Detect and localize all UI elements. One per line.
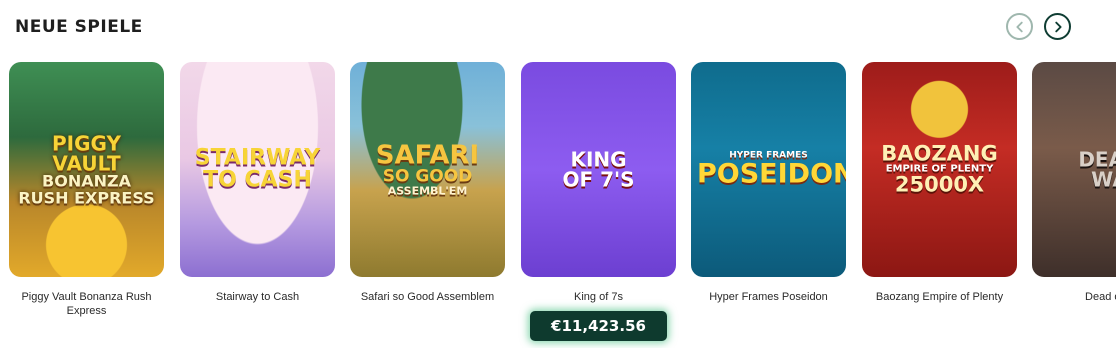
game-title[interactable]: Stairway to Cash <box>180 290 335 304</box>
game-title[interactable]: Safari so Good Assemblem <box>350 290 505 304</box>
game-card-baozang[interactable]: BAOZANG EMPIRE OF PLENTY 25000X Baozang … <box>862 62 1017 304</box>
game-title[interactable]: Baozang Empire of Plenty <box>862 290 1017 304</box>
game-card-king-of-7s[interactable]: KING OF 7'S King of 7s <box>521 62 676 304</box>
game-logo: BAOZANG EMPIRE OF PLENTY 25000X <box>881 141 998 197</box>
game-title[interactable]: Hyper Frames Poseidon <box>691 290 846 304</box>
game-card-safari-so-good[interactable]: SAFARI SO GOOD ASSEMBL'EM Safari so Good… <box>350 62 505 304</box>
game-thumbnail[interactable]: HYPER FRAMES POSEIDON <box>691 62 846 277</box>
game-thumbnail[interactable]: DEAD WA <box>1032 62 1116 277</box>
game-card-stairway-to-cash[interactable]: STAIRWAY TO CASH Stairway to Cash <box>180 62 335 304</box>
game-carousel: PIGGY VAULT BONANZA RUSH EXPRESS Piggy V… <box>0 62 1116 322</box>
chevron-left-icon <box>1015 21 1023 32</box>
carousel-prev-button[interactable] <box>1006 13 1033 40</box>
section-title: NEUE SPIELE <box>15 17 143 37</box>
game-title[interactable]: King of 7s <box>521 290 676 304</box>
game-logo: SAFARI SO GOOD ASSEMBL'EM <box>375 139 480 198</box>
game-logo: DEAD WA <box>1078 147 1116 192</box>
game-logo: HYPER FRAMES POSEIDON <box>697 150 846 190</box>
game-card-piggy-vault[interactable]: PIGGY VAULT BONANZA RUSH EXPRESS Piggy V… <box>9 62 164 318</box>
game-title[interactable]: Dead or A <box>1032 290 1116 304</box>
game-thumbnail[interactable]: BAOZANG EMPIRE OF PLENTY 25000X <box>862 62 1017 277</box>
carousel-next-button[interactable] <box>1044 13 1071 40</box>
game-logo: STAIRWAY TO CASH <box>194 145 321 193</box>
game-logo: PIGGY VAULT BONANZA RUSH EXPRESS <box>18 130 155 207</box>
jackpot-badge: €11,423.56 <box>530 311 667 341</box>
game-title[interactable]: Piggy Vault Bonanza Rush Express <box>9 290 164 318</box>
game-thumbnail[interactable]: KING OF 7'S <box>521 62 676 277</box>
chevron-right-icon <box>1054 21 1062 32</box>
game-thumbnail[interactable]: PIGGY VAULT BONANZA RUSH EXPRESS <box>9 62 164 277</box>
game-card-hyper-frames-poseidon[interactable]: HYPER FRAMES POSEIDON Hyper Frames Posei… <box>691 62 846 304</box>
game-thumbnail[interactable]: SAFARI SO GOOD ASSEMBL'EM <box>350 62 505 277</box>
game-logo: KING OF 7'S <box>562 147 635 192</box>
game-card-dead-or-alive[interactable]: DEAD WA Dead or A <box>1032 62 1116 304</box>
game-thumbnail[interactable]: STAIRWAY TO CASH <box>180 62 335 277</box>
